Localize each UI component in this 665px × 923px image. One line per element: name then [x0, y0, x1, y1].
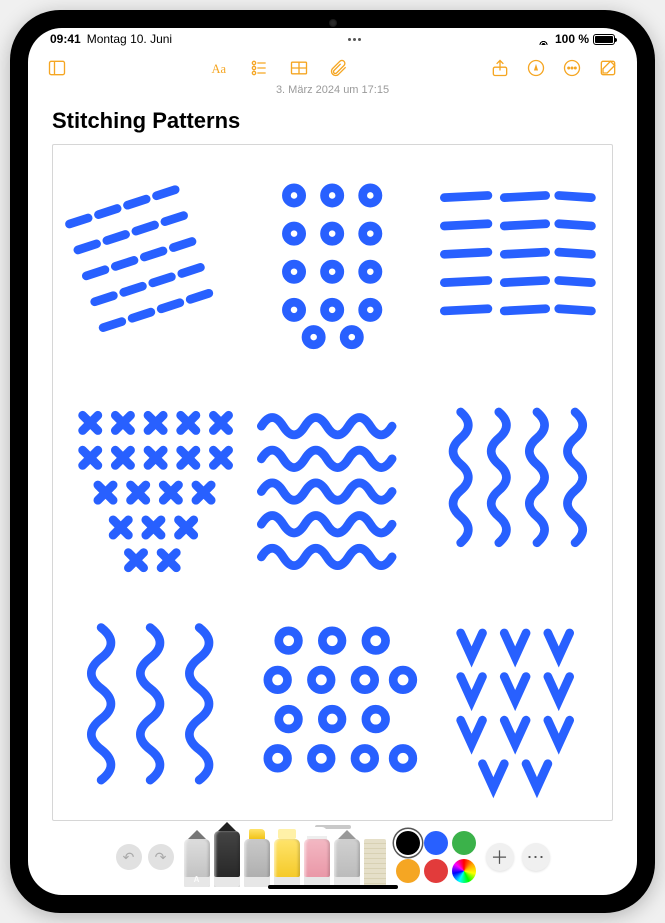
table-icon[interactable]: [288, 57, 310, 79]
tool-scribble[interactable]: A: [184, 839, 210, 887]
drawing-canvas[interactable]: [52, 144, 613, 821]
color-green[interactable]: [452, 831, 476, 855]
pattern-zigzag-rows: [245, 381, 419, 585]
pattern-vertical-squiggle-cols: [63, 602, 237, 806]
pattern-v-marks: [428, 602, 602, 806]
tool-pen[interactable]: [214, 831, 240, 887]
pattern-circle-grid: [245, 602, 419, 806]
markup-toggle-icon[interactable]: [525, 57, 547, 79]
toolbar-more-button[interactable]: ⋯: [522, 843, 550, 871]
color-picker[interactable]: [452, 859, 476, 883]
note-title[interactable]: Stitching Patterns: [52, 108, 613, 134]
battery-percent: 100 %: [555, 32, 589, 46]
ipad-frame: 09:41 Montag 10. Juni 100 % Aa: [10, 10, 655, 913]
tool-highlighter[interactable]: [274, 839, 300, 887]
checklist-icon[interactable]: [248, 57, 270, 79]
format-icon[interactable]: Aa: [208, 57, 230, 79]
color-black[interactable]: [396, 831, 420, 855]
status-bar: 09:41 Montag 10. Juni 100 %: [28, 28, 637, 50]
home-indicator[interactable]: [268, 885, 398, 889]
more-icon[interactable]: [561, 57, 583, 79]
pattern-x-grid: [63, 381, 237, 585]
notes-toolbar: Aa: [28, 50, 637, 86]
tool-marker[interactable]: [244, 839, 270, 887]
color-blue[interactable]: [424, 831, 448, 855]
multitask-dots[interactable]: [172, 38, 536, 41]
add-button[interactable]: ＋: [486, 843, 514, 871]
attachment-icon[interactable]: [328, 57, 350, 79]
pattern-diagonal-dashes: [63, 159, 237, 363]
note-content: Stitching Patterns: [28, 96, 637, 827]
markup-toolbar: ↶ ↷ A ＋ ⋯: [42, 827, 623, 887]
tool-ruler[interactable]: [364, 839, 386, 887]
tool-lasso[interactable]: [334, 839, 360, 887]
note-timestamp: 3. März 2024 um 17:15: [28, 84, 637, 96]
color-yellow[interactable]: [396, 859, 420, 883]
wifi-icon: [536, 34, 551, 45]
screen: 09:41 Montag 10. Juni 100 % Aa: [28, 28, 637, 895]
battery-icon: [593, 34, 615, 45]
tool-eraser[interactable]: [304, 839, 330, 887]
color-red[interactable]: [424, 859, 448, 883]
sidebar-toggle-icon[interactable]: [46, 57, 68, 79]
pattern-horizontal-dashes: [428, 159, 602, 363]
undo-button[interactable]: ↶: [116, 844, 142, 870]
svg-text:Aa: Aa: [211, 62, 226, 76]
pattern-dot-grid: [245, 159, 419, 363]
color-palette: [396, 831, 476, 883]
share-icon[interactable]: [489, 57, 511, 79]
compose-icon[interactable]: [597, 57, 619, 79]
pattern-vertical-squiggles: [428, 381, 602, 585]
status-date: Montag 10. Juni: [87, 32, 172, 46]
front-camera: [329, 19, 337, 27]
status-time: 09:41: [50, 32, 81, 46]
redo-button[interactable]: ↷: [148, 844, 174, 870]
